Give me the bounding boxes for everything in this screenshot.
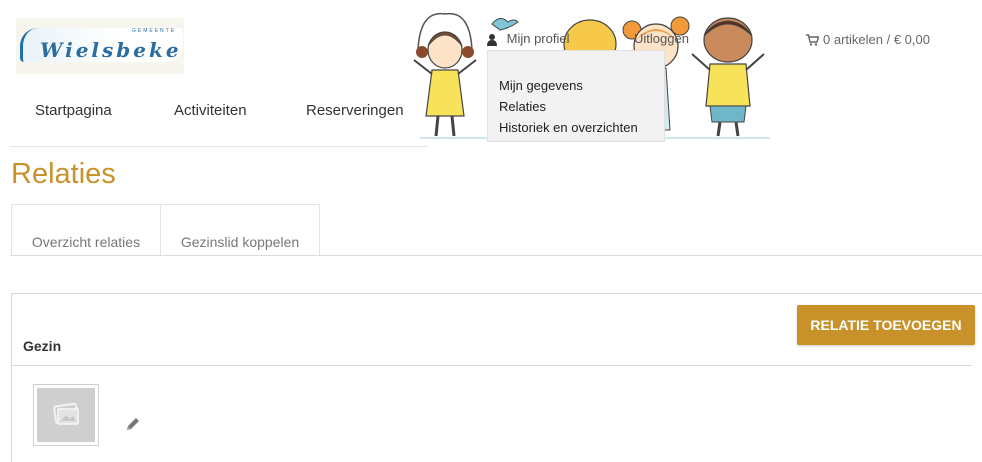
logo-name: Wielsbeke [40,38,182,62]
avatar-placeholder [37,388,95,442]
shopping-cart[interactable]: 0 artikelen / € 0,00 [806,32,930,47]
menu-item-relaties[interactable]: Relaties [499,96,664,117]
pencil-edit-icon[interactable] [125,416,141,432]
nav-item-startpagina[interactable]: Startpagina [35,102,112,119]
tab-overzicht-relaties[interactable]: Overzicht relaties [11,204,161,256]
panel-divider [12,365,972,366]
logo-small-text: GEMEENTE [132,28,177,34]
user-icon [487,33,497,46]
page-title: Relaties [11,158,116,190]
logout-link[interactable]: Uitloggen [634,31,689,46]
user-profile-menu[interactable]: Mijn profiel [487,31,569,46]
menu-item-mijn-gegevens[interactable]: Mijn gegevens [499,75,664,96]
panel-title: Gezin [23,338,62,354]
add-relation-button[interactable]: RELATIE TOEVOEGEN [797,305,975,345]
family-member-photo[interactable] [33,384,99,446]
user-dropdown-menu: Mijn gegevens Relaties Historiek en over… [487,50,665,142]
user-profile-label: Mijn profiel [506,31,570,46]
cart-icon [806,34,820,46]
tabs-divider [10,255,982,256]
family-panel: Gezin RELATIE TOEVOEGEN [11,293,982,462]
tab-gezinslid-koppelen[interactable]: Gezinslid koppelen [160,204,320,256]
nav-item-activiteiten[interactable]: Activiteiten [174,102,247,119]
nav-item-reserveringen[interactable]: Reserveringen [306,102,404,119]
site-logo[interactable]: GEMEENTE Wielsbeke [16,18,184,74]
header-divider [10,146,428,147]
menu-item-historiek[interactable]: Historiek en overzichten [499,117,664,138]
image-placeholder-icon [53,402,79,425]
cart-summary: 0 artikelen / € 0,00 [823,32,930,47]
